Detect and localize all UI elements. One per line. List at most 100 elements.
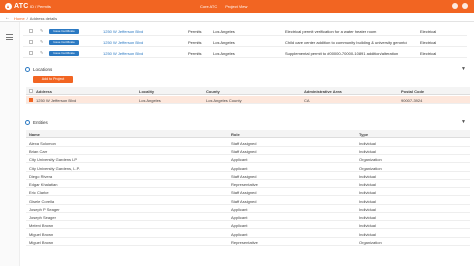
cell-name: Eric Clarke xyxy=(29,190,49,196)
cell-type: Individual xyxy=(359,198,376,204)
permit-type: Permits xyxy=(188,40,202,45)
permit-description: Electrical permit verification for a wat… xyxy=(285,29,377,34)
cell-type: Individual xyxy=(359,140,376,146)
entities-header[interactable]: Entities ▼ xyxy=(23,117,470,127)
add-to-project-button[interactable]: Add to Project xyxy=(33,76,73,83)
cell-type: Individual xyxy=(359,173,376,179)
row-checkbox[interactable] xyxy=(29,40,33,44)
permit-category: Electrical xyxy=(420,51,437,56)
cell-name: Joseph Seager xyxy=(29,215,56,221)
cell-role: Representative xyxy=(231,239,258,245)
entities-title: Entities xyxy=(33,120,48,125)
cell-type: Organization xyxy=(359,165,382,171)
col-type[interactable]: Type xyxy=(359,132,368,137)
cell-role: Applicant xyxy=(231,223,248,229)
table-row[interactable]: City University Gardens LP Applicant Org… xyxy=(26,155,470,164)
cell-role: Staff Assigned xyxy=(231,198,257,204)
table-row[interactable]: Miguel Brown Representative Organization xyxy=(26,238,470,246)
cell-name: Diego Rivera xyxy=(29,173,53,179)
nav-core[interactable]: Core ATC xyxy=(200,4,217,9)
project-crumb[interactable]: ID / Permits xyxy=(30,4,51,9)
collapse-chevron-icon[interactable]: ▼ xyxy=(461,119,466,125)
col-admin-area[interactable]: Administrative Area xyxy=(304,89,342,94)
permit-row[interactable]: ✎ Issue Certificate 1250 W Jefferson Blv… xyxy=(23,26,467,36)
permit-city: Los Angeles xyxy=(213,40,235,45)
user-avatar-icon[interactable] xyxy=(462,3,468,9)
cell-role: Applicant xyxy=(231,231,248,237)
cell-role: Staff Assigned xyxy=(231,173,257,179)
table-row[interactable]: Gisele Corella Staff Assigned Individual xyxy=(26,196,470,205)
cell-name: Joseph P Seager xyxy=(29,206,60,212)
breadcrumb-bar: ← Home / Address details xyxy=(0,13,474,22)
col-address[interactable]: Address xyxy=(36,89,52,94)
permit-type: Permits xyxy=(188,29,202,34)
locations-title: Locations xyxy=(33,67,53,72)
cell-county: Los Angeles County xyxy=(206,98,242,104)
table-row[interactable]: City University Gardens, L.P. Applicant … xyxy=(26,163,470,172)
edit-icon[interactable]: ✎ xyxy=(40,50,43,55)
edit-icon[interactable]: ✎ xyxy=(40,39,43,44)
status-pill[interactable]: Issue Certificate xyxy=(49,50,79,56)
left-rail xyxy=(0,22,20,266)
permit-address-link[interactable]: 1250 W Jefferson Blvd xyxy=(103,51,143,56)
permit-description: Child care center addition to community … xyxy=(285,40,407,45)
table-row[interactable]: Edgar Khalatian Representative Individua… xyxy=(26,180,470,188)
table-row[interactable]: Brian Carr Staff Assigned Individual xyxy=(26,147,470,155)
permit-address-link[interactable]: 1250 W Jefferson Blvd xyxy=(103,40,143,45)
cell-address: 1250 W Jefferson Blvd xyxy=(36,98,77,104)
col-role[interactable]: Role xyxy=(231,132,240,137)
cell-postal: 90007-3924 xyxy=(401,98,423,104)
edit-icon[interactable]: ✎ xyxy=(40,28,43,33)
back-arrow-icon[interactable]: ← xyxy=(5,15,10,21)
entities-table: Name Role Type Alexa Solomon Staff Assig… xyxy=(26,130,470,265)
table-row[interactable]: Diego Rivera Staff Assigned Individual xyxy=(26,172,470,180)
cell-admin-area: CA xyxy=(304,98,310,104)
breadcrumb-current: Address details xyxy=(29,15,58,21)
cell-role: Representative xyxy=(231,182,258,188)
permit-type: Permits xyxy=(188,51,202,56)
cell-role: Applicant xyxy=(231,206,248,212)
breadcrumb-sep: / xyxy=(26,15,28,21)
col-locality[interactable]: Locality xyxy=(139,89,154,94)
cell-type: Individual xyxy=(359,215,376,221)
permit-address-link[interactable]: 1250 W Jefferson Blvd xyxy=(103,29,143,34)
table-row[interactable]: Eric Clarke Staff Assigned Individual xyxy=(26,188,470,197)
cell-name: Miguel Brown xyxy=(29,231,54,237)
row-checkbox[interactable] xyxy=(29,29,33,33)
row-checkbox[interactable] xyxy=(29,51,33,55)
breadcrumb-home[interactable]: Home xyxy=(14,16,25,21)
cell-type: Individual xyxy=(359,182,376,188)
table-row[interactable]: Meleni Brown Applicant Individual xyxy=(26,221,470,230)
col-postal[interactable]: Postal Code xyxy=(401,89,424,94)
cell-role: Applicant xyxy=(231,215,248,221)
cell-locality: Los Angeles xyxy=(139,98,161,104)
menu-icon[interactable] xyxy=(6,34,13,40)
permit-category: Electrical xyxy=(420,40,437,45)
table-row[interactable]: Miguel Brown Applicant Individual xyxy=(26,229,470,238)
locations-header[interactable]: Locations ▼ xyxy=(23,64,470,74)
cell-name: Edgar Khalatian xyxy=(29,182,58,188)
table-row[interactable]: Alexa Solomon Staff Assigned Individual xyxy=(26,139,470,147)
top-bar: ATC ID / Permits Core ATC Project View xyxy=(0,0,474,13)
permit-row[interactable]: ✎ Issue Certificate 1250 W Jefferson Blv… xyxy=(23,48,467,58)
select-all-checkbox[interactable] xyxy=(29,89,33,93)
col-name[interactable]: Name xyxy=(29,132,40,137)
status-pill[interactable]: Issue Certificate xyxy=(49,28,79,34)
col-county[interactable]: County xyxy=(206,89,220,94)
app-logo[interactable]: ATC xyxy=(5,2,28,11)
row-checkbox[interactable] xyxy=(29,98,33,102)
table-row[interactable]: Joseph Seager Applicant Individual xyxy=(26,213,470,221)
cell-name: Gisele Corella xyxy=(29,198,55,204)
cell-role: Staff Assigned xyxy=(231,140,257,146)
collapse-chevron-icon[interactable]: ▼ xyxy=(461,66,466,72)
table-row[interactable]: 1250 W Jefferson Blvd Los Angeles Los An… xyxy=(26,96,470,105)
cell-type: Individual xyxy=(359,149,376,155)
notifications-icon[interactable] xyxy=(452,3,458,9)
cell-name: Brian Carr xyxy=(29,149,48,155)
permit-row[interactable]: ✎ Issue Certificate 1250 W Jefferson Blv… xyxy=(23,37,467,47)
logo-icon xyxy=(5,3,12,10)
cell-type: Individual xyxy=(359,223,376,229)
nav-project-view[interactable]: Project View xyxy=(225,4,247,9)
status-pill[interactable]: Issue Certificate xyxy=(49,39,79,45)
table-row[interactable]: Joseph P Seager Applicant Individual xyxy=(26,205,470,213)
